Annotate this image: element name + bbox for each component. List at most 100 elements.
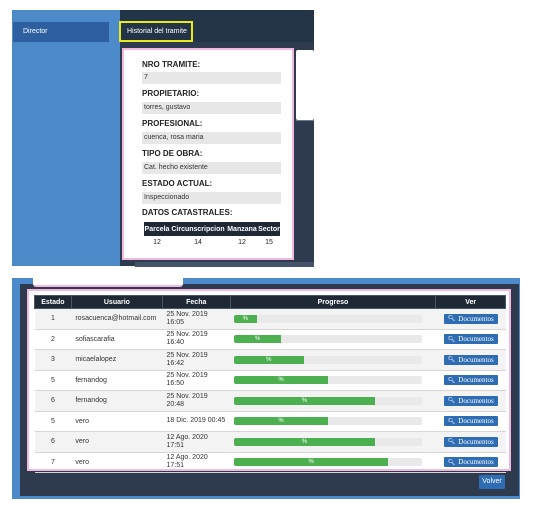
- cell: 15: [265, 238, 273, 246]
- col-header-estado: Estado: [34, 295, 72, 309]
- search-icon: 🔍︎: [447, 438, 456, 446]
- progress-bar: %: [234, 335, 423, 344]
- progress-fill: %: [234, 458, 389, 467]
- cell-fecha: 18 Dic. 2019 00:45: [162, 411, 231, 432]
- documentos-label: Documentos: [458, 376, 494, 385]
- cell-estado: 1: [34, 308, 72, 330]
- cell-usuario: micaelalopez: [71, 349, 163, 371]
- documentos-label: Documentos: [458, 458, 494, 467]
- progress-fill: %: [234, 355, 304, 364]
- col-header: Sector: [258, 225, 280, 233]
- table-row: 3 micaelalopez 25 Nov. 2019 16:42% 🔍︎ Docume…: [34, 349, 506, 371]
- progress-bar: %: [234, 355, 423, 364]
- cell-estado: 3: [34, 349, 72, 371]
- documentos-label: Documentos: [458, 396, 494, 405]
- documentos-button[interactable]: 🔍︎ Documentos: [443, 354, 498, 365]
- cell-usuario: vero: [71, 431, 163, 453]
- cell-fecha: 12 Ago. 2020 17:51: [162, 452, 231, 473]
- documentos-button[interactable]: 🔍︎ Documentos: [443, 334, 498, 345]
- col-header: Circunscripcion: [171, 225, 225, 233]
- history-table: Estado Usuario Fecha Progreso Ver 1 rosac…: [34, 295, 506, 473]
- cell-usuario: fernandog: [71, 370, 163, 391]
- cell-estado: 2: [34, 329, 72, 350]
- col-header-progreso: Progreso: [229, 295, 437, 309]
- adjacent-panel: [296, 50, 314, 120]
- cell-progreso: %: [230, 411, 436, 432]
- field-label: PROFESIONAL:: [142, 119, 203, 128]
- catastro-label: DATOS CATASTRALES:: [142, 208, 233, 217]
- cell-ver: 🔍︎ Documentos: [435, 411, 506, 432]
- progress-fill: %: [234, 376, 329, 385]
- progress-bar: %: [234, 458, 423, 467]
- search-icon: 🔍︎: [447, 397, 456, 405]
- cell-ver: 🔍︎ Documentos: [435, 370, 506, 391]
- field-label: NRO TRAMITE:: [142, 60, 201, 69]
- col-header-fecha: Fecha: [161, 295, 231, 309]
- field-value-propietario: torres, gustavo: [142, 102, 281, 114]
- cell-ver: 🔍︎ Documentos: [435, 349, 506, 371]
- progress-fill: %: [234, 437, 376, 446]
- progress-fill: %: [234, 335, 282, 344]
- table-row: 6 vero 12 Ago. 2020 17:51% 🔍︎ Documentos: [34, 431, 506, 453]
- cell-fecha: 25 Nov. 2019 16:42: [162, 349, 231, 371]
- table-row: 2 sofiascarafia 25 Nov. 2019 16:40% 🔍︎ Docum…: [34, 329, 506, 350]
- cell-progreso: %: [230, 431, 436, 453]
- documentos-label: Documentos: [458, 355, 494, 364]
- documentos-button[interactable]: 🔍︎ Documentos: [443, 436, 498, 447]
- cell-progreso: %: [230, 329, 436, 350]
- cell-progreso: %: [230, 370, 436, 391]
- divider: [296, 120, 314, 121]
- cell-usuario: sofiascarafia: [71, 329, 163, 350]
- table-row: 7 vero 12 Ago. 2020 17:51% 🔍︎ Documentos: [34, 452, 506, 473]
- cell-usuario: rosacuenca@hotmail.com: [71, 308, 163, 330]
- field-label: ESTADO ACTUAL:: [142, 179, 213, 188]
- documentos-button[interactable]: 🔍︎ Documentos: [443, 416, 498, 427]
- volver-button[interactable]: Volver: [479, 475, 505, 489]
- cell-ver: 🔍︎ Documentos: [435, 390, 506, 412]
- documentos-label: Documentos: [458, 437, 494, 446]
- table-row: 5 fernandog 25 Nov. 2019 16:50% 🔍︎ Documento…: [34, 370, 506, 391]
- search-icon: 🔍︎: [447, 315, 456, 323]
- catastro-header-row: Parcela Circunscripcion Manzana Sector: [144, 222, 280, 236]
- field-value-nro: 7: [142, 72, 281, 84]
- cell-progreso: %: [230, 390, 436, 412]
- cell-progreso: %: [230, 308, 436, 330]
- cell-estado: 5: [34, 370, 72, 391]
- progress-bar: %: [234, 376, 423, 385]
- cell: 12: [238, 238, 246, 246]
- search-icon: 🔍︎: [447, 335, 456, 343]
- cell-fecha: 25 Nov. 2019 20:48: [162, 390, 231, 412]
- history-header-row: Estado Usuario Fecha Progreso Ver: [34, 295, 506, 309]
- col-header: Manzana: [227, 225, 257, 233]
- cell-usuario: vero: [71, 452, 163, 473]
- cell: 12: [153, 238, 161, 246]
- col-header: Parcela: [144, 225, 170, 233]
- documentos-button[interactable]: 🔍︎ Documentos: [443, 395, 498, 406]
- cell-fecha: 25 Nov. 2019 16:50: [162, 370, 231, 391]
- documentos-button[interactable]: 🔍︎ Documentos: [443, 375, 498, 386]
- documentos-button[interactable]: 🔍︎ Documentos: [443, 457, 498, 468]
- field-value-tipo-obra: Cat. hecho existente: [142, 162, 281, 174]
- cell-estado: 6: [34, 390, 72, 412]
- progress-fill: %: [234, 417, 329, 426]
- cell-ver: 🔍︎ Documentos: [435, 329, 506, 350]
- cell-usuario: vero: [71, 411, 163, 432]
- cell-progreso: %: [230, 349, 436, 371]
- cell-ver: 🔍︎ Documentos: [435, 452, 506, 473]
- sidebar-item-director[interactable]: Director: [13, 22, 109, 42]
- table-row: 6 fernandog 25 Nov. 2019 20:48% 🔍︎ Documento…: [34, 390, 506, 412]
- cell-estado: 6: [34, 431, 72, 453]
- col-header-usuario: Usuario: [70, 295, 163, 309]
- cell-ver: 🔍︎ Documentos: [435, 431, 506, 453]
- search-icon: 🔍︎: [447, 417, 456, 425]
- field-label: TIPO DE OBRA:: [142, 149, 203, 158]
- tab-historial[interactable]: Historial del tramite: [119, 21, 193, 42]
- cell-estado: 7: [34, 452, 72, 473]
- cell-fecha: 25 Nov. 2019 16:40: [162, 329, 231, 350]
- col-header-ver: Ver: [435, 295, 506, 309]
- cell-usuario: fernandog: [71, 390, 163, 412]
- field-value-profesional: cuenca, rosa maria: [142, 132, 281, 144]
- documentos-button[interactable]: 🔍︎ Documentos: [443, 313, 498, 324]
- documentos-label: Documentos: [458, 335, 494, 344]
- progress-fill: %: [234, 396, 376, 405]
